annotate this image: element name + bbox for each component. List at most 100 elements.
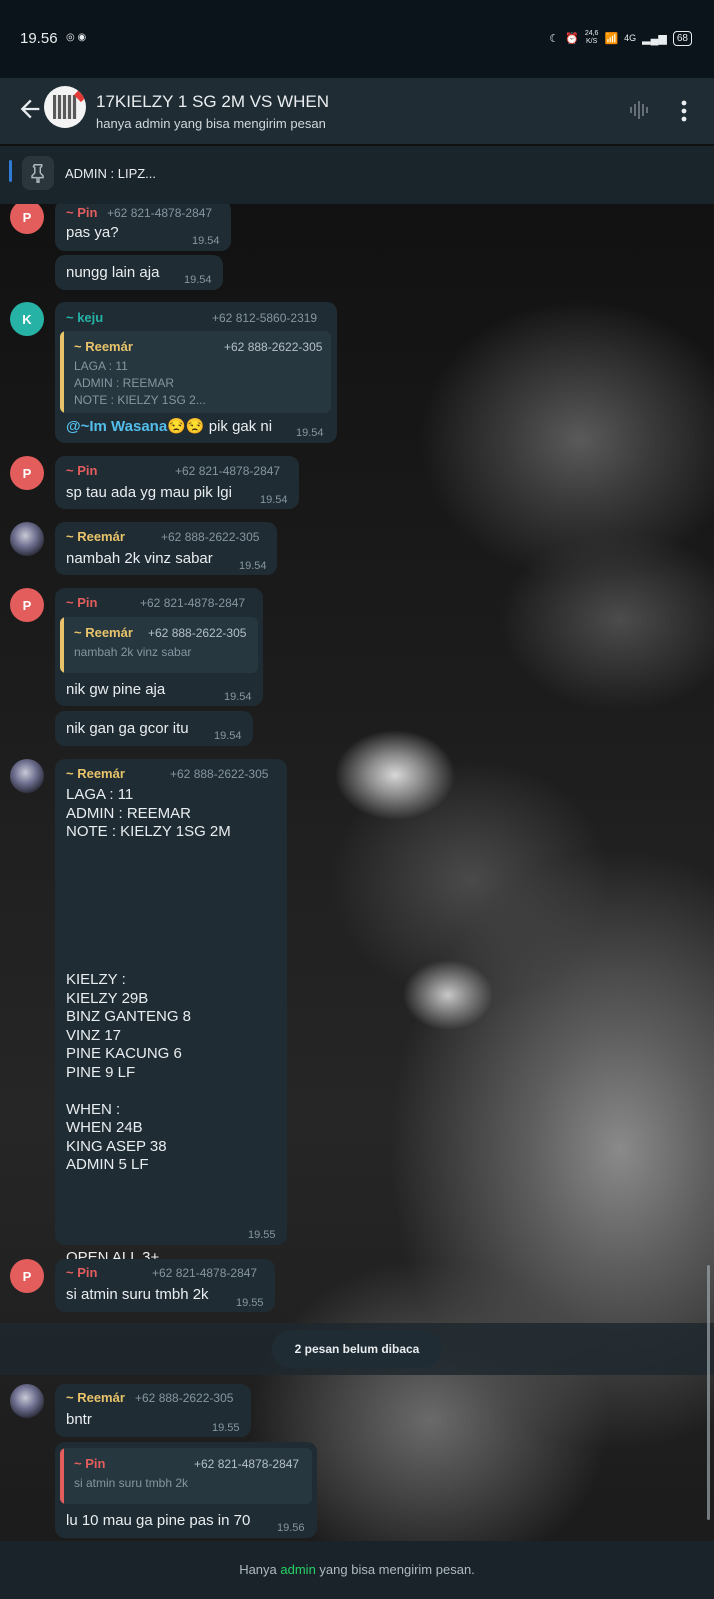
sender-phone: +62 821-4878-2847 <box>152 1266 258 1280</box>
sender-name[interactable]: ~ Pin <box>66 463 97 478</box>
voice-chat-icon[interactable] <box>628 98 652 122</box>
more-options-icon[interactable] <box>680 99 688 123</box>
message-bubble[interactable]: ~ Pin +62 821-4878-2847 pas ya? 19.54 <box>55 200 231 251</box>
quoted-sender-phone: +62 888-2622-305 <box>224 340 323 354</box>
app-notification-icon: ◎ ◉ <box>66 32 87 43</box>
sender-phone: +62 888-2622-305 <box>135 1391 234 1405</box>
quoted-message[interactable]: ~ Pin +62 821-4878-2847 si atmin suru tm… <box>60 1448 312 1504</box>
pinned-message-bar[interactable]: ADMIN : LIPZ... <box>0 145 714 204</box>
sender-phone: +62 821-4878-2847 <box>175 464 281 478</box>
unread-messages-label: 2 pesan belum dibaca <box>272 1330 442 1368</box>
message-text: nambah 2k vinz sabar <box>66 550 213 567</box>
pinned-indicator <box>9 160 12 182</box>
message-text: sp tau ada yg mau pik lgi <box>66 484 232 501</box>
sender-avatar-photo[interactable] <box>10 522 44 556</box>
sender-avatar[interactable]: P <box>10 1259 44 1293</box>
message-bubble[interactable]: ~ Reemár +62 888-2622-305 LAGA : 11 ADMI… <box>55 759 287 1266</box>
message-time: 19.54 <box>214 730 242 742</box>
message-text: si atmin suru tmbh 2k <box>66 1286 209 1303</box>
quoted-line: LAGA : 11 <box>74 359 128 373</box>
message-time: 19.54 <box>192 235 220 247</box>
quoted-message[interactable]: ~ Reemár +62 888-2622-305 nambah 2k vinz… <box>60 617 258 673</box>
speed-indicator: 24,6 K/S <box>585 30 599 46</box>
sender-phone: +62 821-4878-2847 <box>107 206 213 220</box>
message-text: nik gan ga gcor itu <box>66 720 189 737</box>
message-bubble[interactable]: ~ Pin +62 821-4878-2847 ~ Reemár +62 888… <box>55 588 263 706</box>
message-text: LAGA : 11 ADMIN : REEMAR NOTE : KIELZY 1… <box>66 786 231 1266</box>
message-text: bntr <box>66 1411 92 1428</box>
message-time: 19.54 <box>239 560 267 572</box>
scrollbar[interactable] <box>707 1265 710 1520</box>
message-time: 19.55 <box>212 1422 240 1434</box>
footer-text-before: Hanya <box>239 1562 281 1577</box>
footer-text-after: yang bisa mengirim pesan. <box>315 1562 475 1577</box>
sender-name[interactable]: ~ Reemár <box>66 1390 125 1405</box>
status-bar: 19.56 ◎ ◉ ☾ ⏰ 24,6 K/S 📶 4G ▂▄▆ 68 <box>0 0 714 78</box>
alarm-icon: ⏰ <box>565 32 579 45</box>
back-arrow-icon[interactable] <box>16 95 44 123</box>
message-bubble[interactable]: ~ Reemár +62 888-2622-305 bntr 19.55 <box>55 1384 251 1437</box>
signal-icon: ▂▄▆ <box>642 32 667 45</box>
quoted-line: ADMIN : REEMAR <box>74 376 175 390</box>
network-type: 4G <box>624 33 637 43</box>
emoji: 😒😒 <box>167 418 205 435</box>
sender-phone: +62 888-2622-305 <box>161 530 260 544</box>
sender-name[interactable]: ~ keju <box>66 310 103 325</box>
message-bubble[interactable]: nik gan ga gcor itu 19.54 <box>55 711 253 746</box>
mention-link[interactable]: @~Im Wasana <box>66 418 167 435</box>
message-time: 19.56 <box>277 1522 305 1534</box>
sender-avatar[interactable]: K <box>10 302 44 336</box>
message-text: @~Im Wasana😒😒 pik gak ni <box>66 417 272 435</box>
battery-icon: 68 <box>672 30 692 46</box>
message-time: 19.55 <box>248 1229 276 1241</box>
message-text: lu 10 mau ga pine pas in 70 <box>66 1512 251 1529</box>
sender-avatar[interactable]: P <box>10 456 44 490</box>
pin-icon-box <box>22 156 54 190</box>
sender-phone: +62 821-4878-2847 <box>140 596 246 610</box>
message-time: 19.54 <box>184 274 212 286</box>
status-icons: ☾ ⏰ 24,6 K/S 📶 4G ▂▄▆ 68 <box>549 30 692 46</box>
quoted-sender-phone: +62 888-2622-305 <box>148 626 247 640</box>
group-subtitle: hanya admin yang bisa mengirim pesan <box>96 116 326 131</box>
message-time: 19.54 <box>296 427 324 439</box>
message-time: 19.55 <box>236 1297 264 1309</box>
sender-name[interactable]: ~ Pin <box>66 205 97 220</box>
admin-link[interactable]: admin <box>280 1562 315 1577</box>
sender-name[interactable]: ~ Pin <box>66 595 97 610</box>
quoted-sender-phone: +62 821-4878-2847 <box>194 1457 300 1471</box>
message-bubble[interactable]: ~ Pin +62 821-4878-2847 si atmin suru tm… <box>55 1442 317 1538</box>
speed-value: 24,6 <box>584 30 599 37</box>
quoted-sender-name: ~ Pin <box>74 1456 106 1471</box>
message-time: 19.54 <box>260 494 288 506</box>
group-avatar[interactable] <box>44 86 86 128</box>
speed-unit: K/S <box>585 38 598 45</box>
sender-avatar[interactable]: P <box>10 588 44 622</box>
quoted-line: NOTE : KIELZY 1SG 2... <box>74 393 206 407</box>
sender-avatar-photo[interactable] <box>10 759 44 793</box>
message-text: pas ya? <box>66 224 119 241</box>
quoted-line: nambah 2k vinz sabar <box>74 645 192 659</box>
message-bubble[interactable]: ~ Pin +62 821-4878-2847 si atmin suru tm… <box>55 1259 275 1312</box>
quote-bar <box>60 617 64 673</box>
pin-icon <box>31 164 44 183</box>
qr-code-image <box>53 95 77 119</box>
message-text-rest: pik gak ni <box>204 418 273 435</box>
wifi-icon: 📶 <box>604 32 619 45</box>
sender-name[interactable]: ~ Reemár <box>66 766 125 781</box>
message-text: nungg lain aja <box>66 264 160 281</box>
sender-avatar-photo[interactable] <box>10 1384 44 1418</box>
quoted-sender-name: ~ Reemár <box>74 339 133 354</box>
group-title[interactable]: 17KIELZY 1 SG 2M VS WHEN <box>96 92 329 112</box>
message-bubble[interactable]: ~ Reemár +62 888-2622-305 nambah 2k vinz… <box>55 522 277 575</box>
quoted-line: si atmin suru tmbh 2k <box>74 1476 189 1490</box>
sender-name[interactable]: ~ Pin <box>66 1265 97 1280</box>
message-bubble[interactable]: ~ keju +62 812-5860-2319 ~ Reemár +62 88… <box>55 302 337 443</box>
admin-only-footer: Hanya admin yang bisa mengirim pesan. <box>0 1541 714 1599</box>
sender-phone: +62 888-2622-305 <box>170 767 269 781</box>
pinned-message-text: ADMIN : LIPZ... <box>65 166 157 181</box>
sender-name[interactable]: ~ Reemár <box>66 529 125 544</box>
message-bubble[interactable]: ~ Pin +62 821-4878-2847 sp tau ada yg ma… <box>55 456 299 509</box>
sender-avatar[interactable]: P <box>10 200 44 234</box>
message-bubble[interactable]: nungg lain aja 19.54 <box>55 255 223 290</box>
quoted-message[interactable]: ~ Reemár +62 888-2622-305 LAGA : 11 ADMI… <box>60 331 331 413</box>
